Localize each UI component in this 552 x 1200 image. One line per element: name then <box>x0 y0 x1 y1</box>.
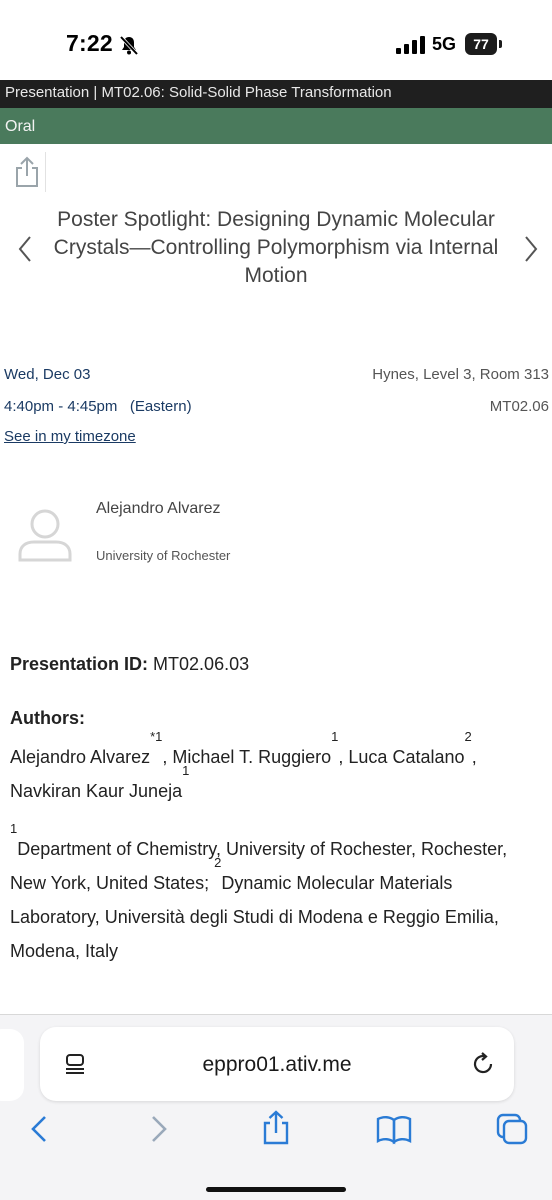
see-in-my-timezone-link[interactable]: See in my timezone <box>4 428 136 445</box>
author-name: Navkiran Kaur Juneja <box>10 781 183 801</box>
status-bar: 7:22 5G 77 <box>0 0 552 84</box>
presentation-id: Presentation ID: MT02.06.03 <box>10 654 249 675</box>
share-button[interactable] <box>8 152 46 192</box>
session-date: Wed, Dec 03 <box>4 366 91 383</box>
tabs-icon[interactable] <box>492 1109 532 1149</box>
network-label: 5G <box>432 34 457 54</box>
speaker-affiliation: University of Rochester <box>96 548 231 563</box>
author-affil-sup: 1 <box>155 729 163 744</box>
battery-icon: 77 <box>465 33 497 55</box>
browser-bottom-bar: eppro01.ativ.me <box>0 1014 552 1200</box>
author-affil-sup: 2 <box>464 729 472 744</box>
home-indicator <box>206 1187 346 1192</box>
status-time: 7:22 <box>66 30 113 56</box>
share-icon <box>16 156 38 187</box>
url-text: eppro01.ativ.me <box>202 1053 352 1076</box>
affiliation-sup: 1 <box>10 821 18 836</box>
chevron-right-icon[interactable] <box>518 234 542 264</box>
bell-slash-icon <box>119 35 139 56</box>
affiliation-sup: 2 <box>214 855 222 870</box>
session-title-carousel: Poster Spotlight: Designing Dynamic Mole… <box>0 206 552 296</box>
author-name: Luca Catalano <box>348 747 465 767</box>
forward-icon[interactable] <box>138 1109 178 1149</box>
session-code: MT02.06 <box>489 398 549 415</box>
previous-tab-peek[interactable] <box>0 1029 24 1101</box>
battery-tip <box>499 40 502 48</box>
chevron-left-icon[interactable] <box>14 234 38 264</box>
back-icon[interactable] <box>20 1109 60 1149</box>
address-bar[interactable]: eppro01.ativ.me <box>40 1027 514 1101</box>
breadcrumb-text: Presentation | MT02.06: Solid-Solid Phas… <box>5 84 392 101</box>
speaker-name: Alejandro Alvarez <box>96 500 221 517</box>
presentation-type: Oral <box>5 118 36 135</box>
speaker-card[interactable]: Alejandro Alvarez University of Rocheste… <box>0 496 552 576</box>
authors-list: Alejandro Alvarez*1, Michael T. Ruggiero… <box>10 729 477 801</box>
signal-icon <box>396 36 425 54</box>
session-timezone: (Eastern) <box>129 398 192 415</box>
author-affil-sup: 1 <box>182 763 190 778</box>
presentation-id-value: MT02.06.03 <box>153 654 250 674</box>
authors-heading: Authors: <box>10 708 85 728</box>
author-affil-sup: 1 <box>331 729 339 744</box>
presentation-type-bar: Oral <box>0 108 552 144</box>
session-time: 4:40pm - 4:45pm <box>4 398 118 415</box>
bookmarks-icon[interactable] <box>374 1109 414 1149</box>
avatar <box>18 509 72 562</box>
author-name: Michael T. Ruggiero <box>172 747 332 767</box>
reload-icon[interactable] <box>470 1051 496 1077</box>
share-icon[interactable] <box>256 1109 296 1149</box>
session-title: Poster Spotlight: Designing Dynamic Mole… <box>53 208 499 287</box>
affiliations-list: 1Department of Chemistry, University of … <box>10 822 546 968</box>
breadcrumb: Presentation | MT02.06: Solid-Solid Phas… <box>0 80 552 108</box>
session-location: Hynes, Level 3, Room 313 <box>372 366 549 383</box>
author-name: Alejandro Alvarez <box>10 747 151 767</box>
session-time-row: 4:40pm - 4:45pm (Eastern) <box>4 398 192 415</box>
presentation-id-label: Presentation ID: <box>10 654 149 674</box>
